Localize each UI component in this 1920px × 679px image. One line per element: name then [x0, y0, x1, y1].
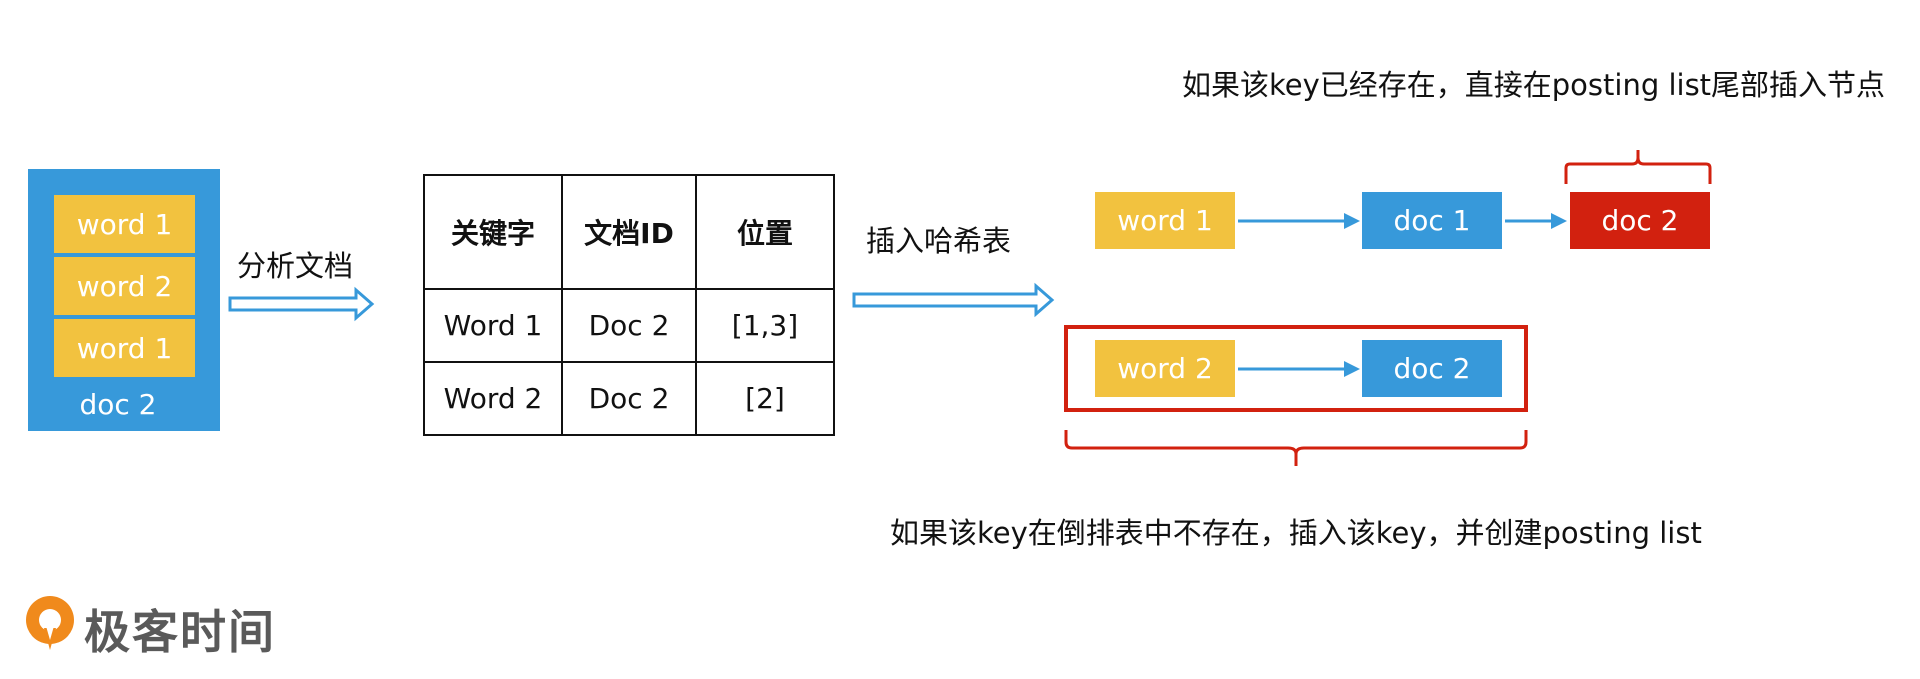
- cell-keyword: Word 1: [423, 288, 563, 363]
- annotation-existing-key: 如果该key已经存在，直接在posting list尾部插入节点: [1182, 68, 1886, 102]
- inverted-index-table: 关键字 文档ID 位置 Word 1 Doc 2 [1,3] Word 2 Do…: [423, 174, 835, 436]
- link-arrow: [1505, 213, 1567, 229]
- table-header-row: 关键字 文档ID 位置: [423, 174, 835, 290]
- existing-key-brace: [1564, 150, 1712, 184]
- annotation-new-key: 如果该key在倒排表中不存在，插入该key，并创建posting list: [890, 516, 1702, 550]
- insert-arrow: [852, 282, 1055, 318]
- hash-key-word-2: word 2: [1095, 340, 1235, 397]
- cell-doc-id: Doc 2: [561, 288, 697, 363]
- document-card: word 1 word 2 word 1 doc 2: [28, 169, 220, 431]
- posting-node-doc-1: doc 1: [1362, 192, 1502, 249]
- brand-name: 极客时间: [84, 605, 276, 659]
- hash-key-word-1: word 1: [1095, 192, 1235, 249]
- cell-doc-id: Doc 2: [561, 361, 697, 436]
- doc-word-2: word 2: [54, 257, 195, 315]
- brand-logo-icon: [26, 596, 74, 650]
- cell-position: [1,3]: [695, 288, 835, 363]
- table-row: Word 1 Doc 2 [1,3]: [423, 288, 835, 363]
- insert-hash-label: 插入哈希表: [866, 224, 1012, 258]
- cell-position: [2]: [695, 361, 835, 436]
- doc-word-3: word 1: [54, 319, 195, 377]
- analyze-arrow: [228, 286, 375, 322]
- table-row: Word 2 Doc 2 [2]: [423, 361, 835, 436]
- link-arrow: [1238, 213, 1360, 229]
- header-doc-id: 文档ID: [561, 174, 697, 290]
- link-arrow: [1238, 361, 1360, 377]
- cell-keyword: Word 2: [423, 361, 563, 436]
- doc-word-1: word 1: [54, 195, 195, 253]
- posting-node-doc-2: doc 2: [1362, 340, 1502, 397]
- analyze-document-label: 分析文档: [237, 249, 354, 283]
- doc-card-label: doc 2: [79, 387, 157, 421]
- header-position: 位置: [695, 174, 835, 290]
- header-keyword: 关键字: [423, 174, 563, 290]
- posting-node-doc-2-new: doc 2: [1570, 192, 1710, 249]
- new-key-brace: [1064, 430, 1528, 466]
